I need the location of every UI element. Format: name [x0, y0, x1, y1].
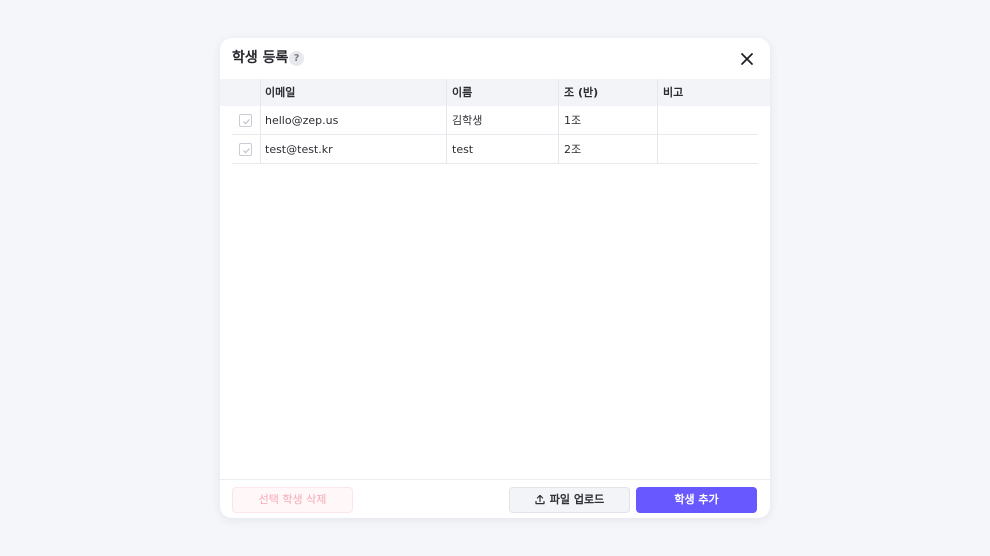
- table-row[interactable]: test@test.kr test 2조: [220, 135, 770, 164]
- close-icon[interactable]: [739, 51, 755, 67]
- cell-name: 김학생: [452, 114, 483, 127]
- file-upload-button[interactable]: 파일 업로드: [509, 487, 630, 513]
- help-question-icon[interactable]: ?: [289, 51, 304, 66]
- row-checkbox[interactable]: [239, 143, 252, 156]
- delete-selected-button[interactable]: 선택 학생 삭제: [232, 487, 353, 513]
- student-table: 이메일 이름 조 (반) 비고 hello@zep.us 김학생 1조 test…: [220, 79, 770, 164]
- header-name: 이름: [452, 86, 473, 99]
- header-email: 이메일: [265, 86, 296, 99]
- cell-group: 1조: [564, 114, 582, 127]
- modal-footer: 선택 학생 삭제 파일 업로드 학생 추가: [220, 479, 770, 518]
- cell-email: hello@zep.us: [265, 114, 339, 127]
- student-register-modal: 학생 등록 ? 이메일 이름 조 (반) 비고 hello@zep.us 김학생…: [220, 38, 770, 518]
- cell-email: test@test.kr: [265, 143, 333, 156]
- modal-title: 학생 등록: [232, 50, 289, 66]
- modal-header: 학생 등록 ?: [220, 38, 770, 79]
- header-note: 비고: [663, 86, 684, 99]
- upload-icon: [535, 490, 545, 514]
- table-header: 이메일 이름 조 (반) 비고: [220, 79, 770, 106]
- header-group: 조 (반): [564, 86, 599, 99]
- file-upload-label: 파일 업로드: [549, 493, 605, 506]
- check-icon: [243, 118, 251, 125]
- table-row[interactable]: hello@zep.us 김학생 1조: [220, 106, 770, 135]
- cell-name: test: [452, 143, 474, 156]
- row-checkbox[interactable]: [239, 114, 252, 127]
- add-student-button[interactable]: 학생 추가: [636, 487, 757, 513]
- check-icon: [243, 147, 251, 154]
- cell-group: 2조: [564, 143, 582, 156]
